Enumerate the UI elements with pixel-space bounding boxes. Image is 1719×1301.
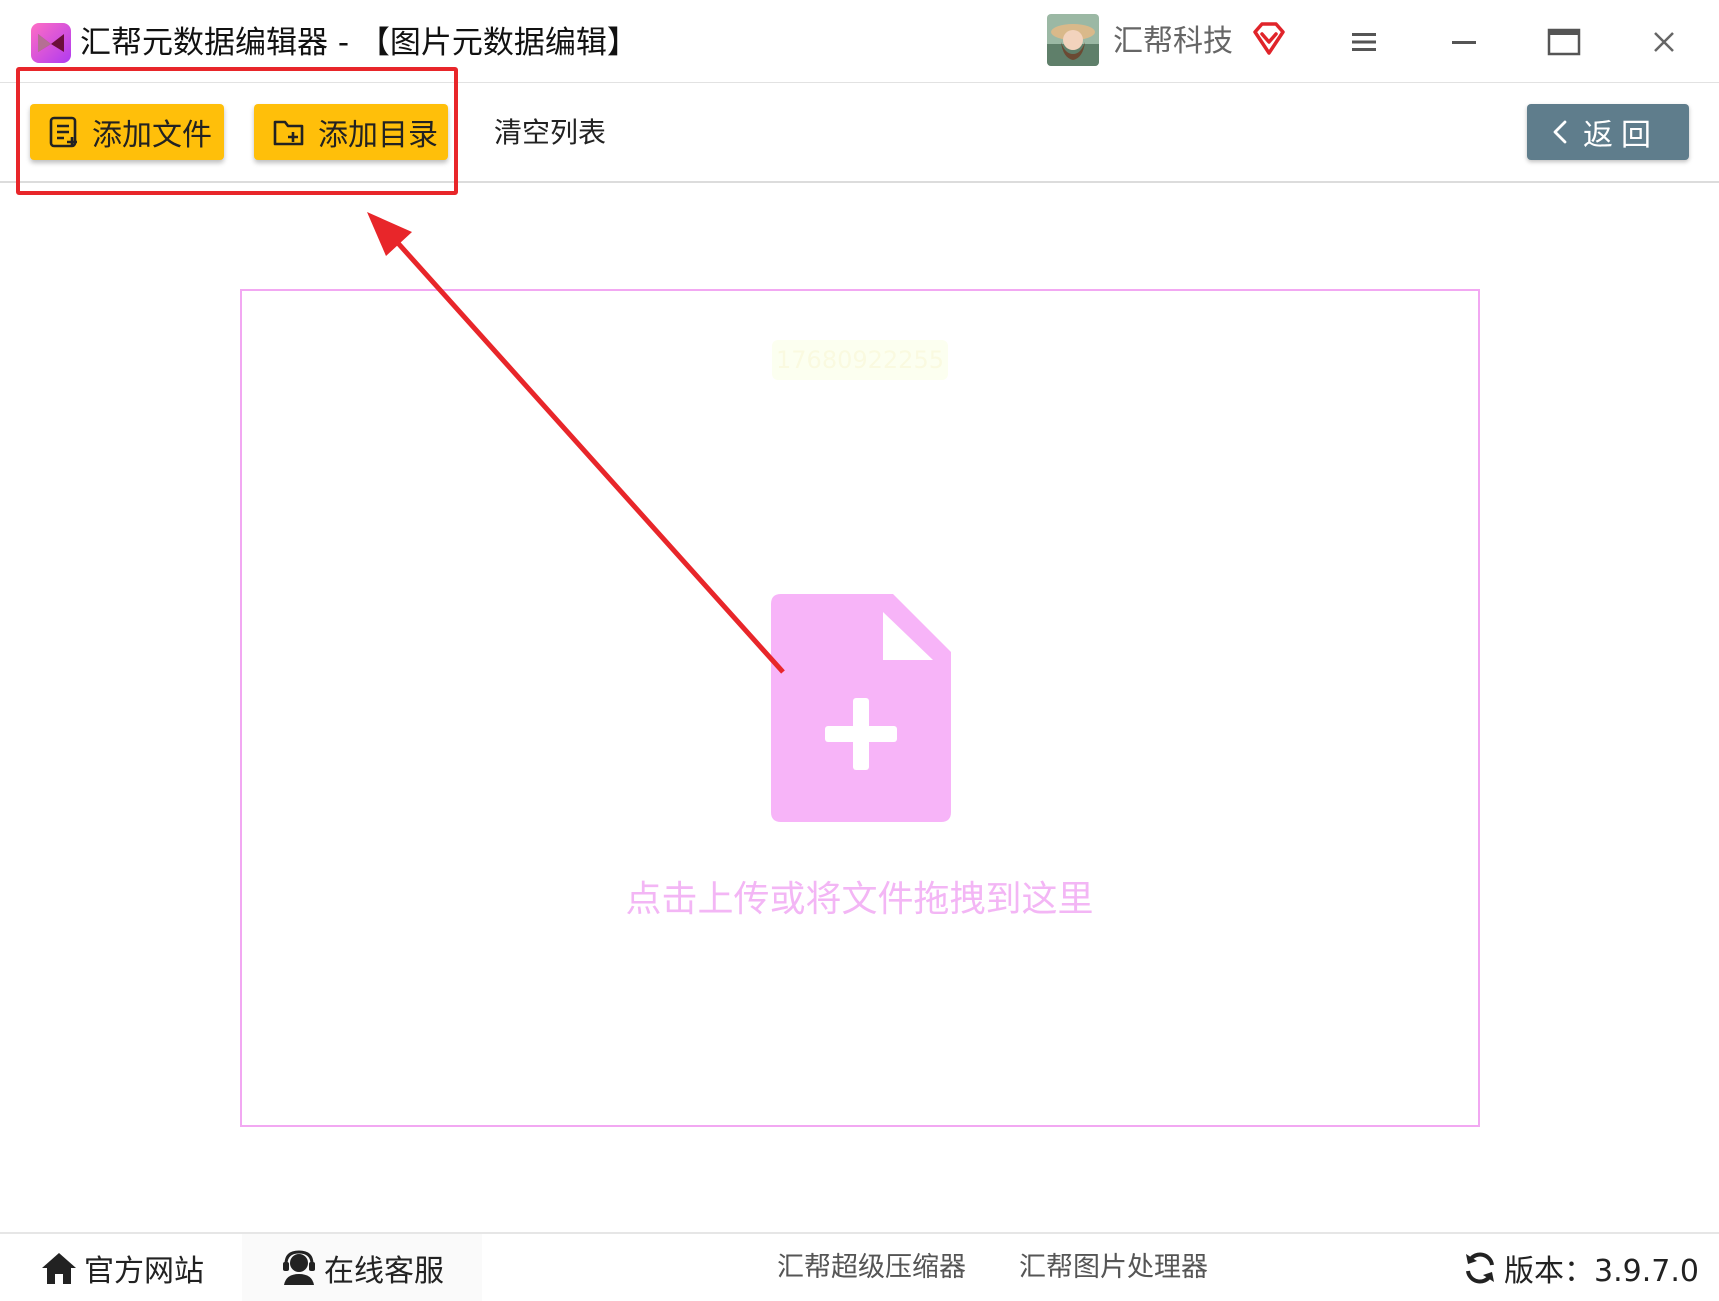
image-processor-link[interactable]: 汇帮图片处理器 (1019, 1234, 1208, 1301)
annotation-highlight-box (16, 67, 458, 195)
minimize-button[interactable] (1434, 18, 1494, 66)
maximize-button[interactable] (1534, 18, 1594, 66)
super-compressor-link[interactable]: 汇帮超级压缩器 (777, 1234, 966, 1301)
refresh-icon[interactable] (1462, 1250, 1498, 1286)
close-icon (1654, 32, 1674, 52)
vip-diamond-icon[interactable] (1250, 20, 1288, 58)
minimize-icon (1452, 41, 1476, 44)
status-bar: 官方网站 在线客服 汇帮超级压缩器 汇帮图片处理器 版本：3.9.7.0 (0, 1232, 1719, 1301)
version-info: 版本：3.9.7.0 (1462, 1234, 1699, 1301)
user-name[interactable]: 汇帮科技 (1113, 20, 1233, 64)
back-button[interactable]: 返回 (1527, 104, 1689, 160)
online-support-link[interactable]: 在线客服 (280, 1234, 444, 1301)
clear-list-button[interactable]: 清空列表 (494, 107, 606, 159)
maximize-icon (1547, 28, 1581, 56)
watermark-text: 17680922255 (772, 340, 948, 380)
close-button[interactable] (1634, 18, 1694, 66)
online-support-label: 在线客服 (324, 1253, 444, 1289)
chevron-left-icon (1553, 120, 1567, 144)
home-icon (42, 1252, 76, 1284)
avatar-image (1047, 14, 1099, 66)
menu-button[interactable] (1334, 18, 1394, 66)
user-avatar[interactable] (1047, 14, 1099, 66)
upload-hint-text: 点击上传或将文件拖拽到这里 (625, 879, 1094, 920)
headset-icon (283, 1249, 315, 1285)
window-title: 汇帮元数据编辑器 - 【图片元数据编辑】 (80, 25, 638, 61)
version-label: 版本：3.9.7.0 (1504, 1253, 1699, 1289)
official-website-label: 官方网站 (84, 1253, 204, 1289)
file-add-icon[interactable] (771, 594, 951, 822)
back-label: 返回 (1583, 118, 1659, 153)
menu-icon (1352, 33, 1376, 51)
app-logo-icon (31, 23, 71, 63)
official-website-link[interactable]: 官方网站 (40, 1234, 204, 1301)
